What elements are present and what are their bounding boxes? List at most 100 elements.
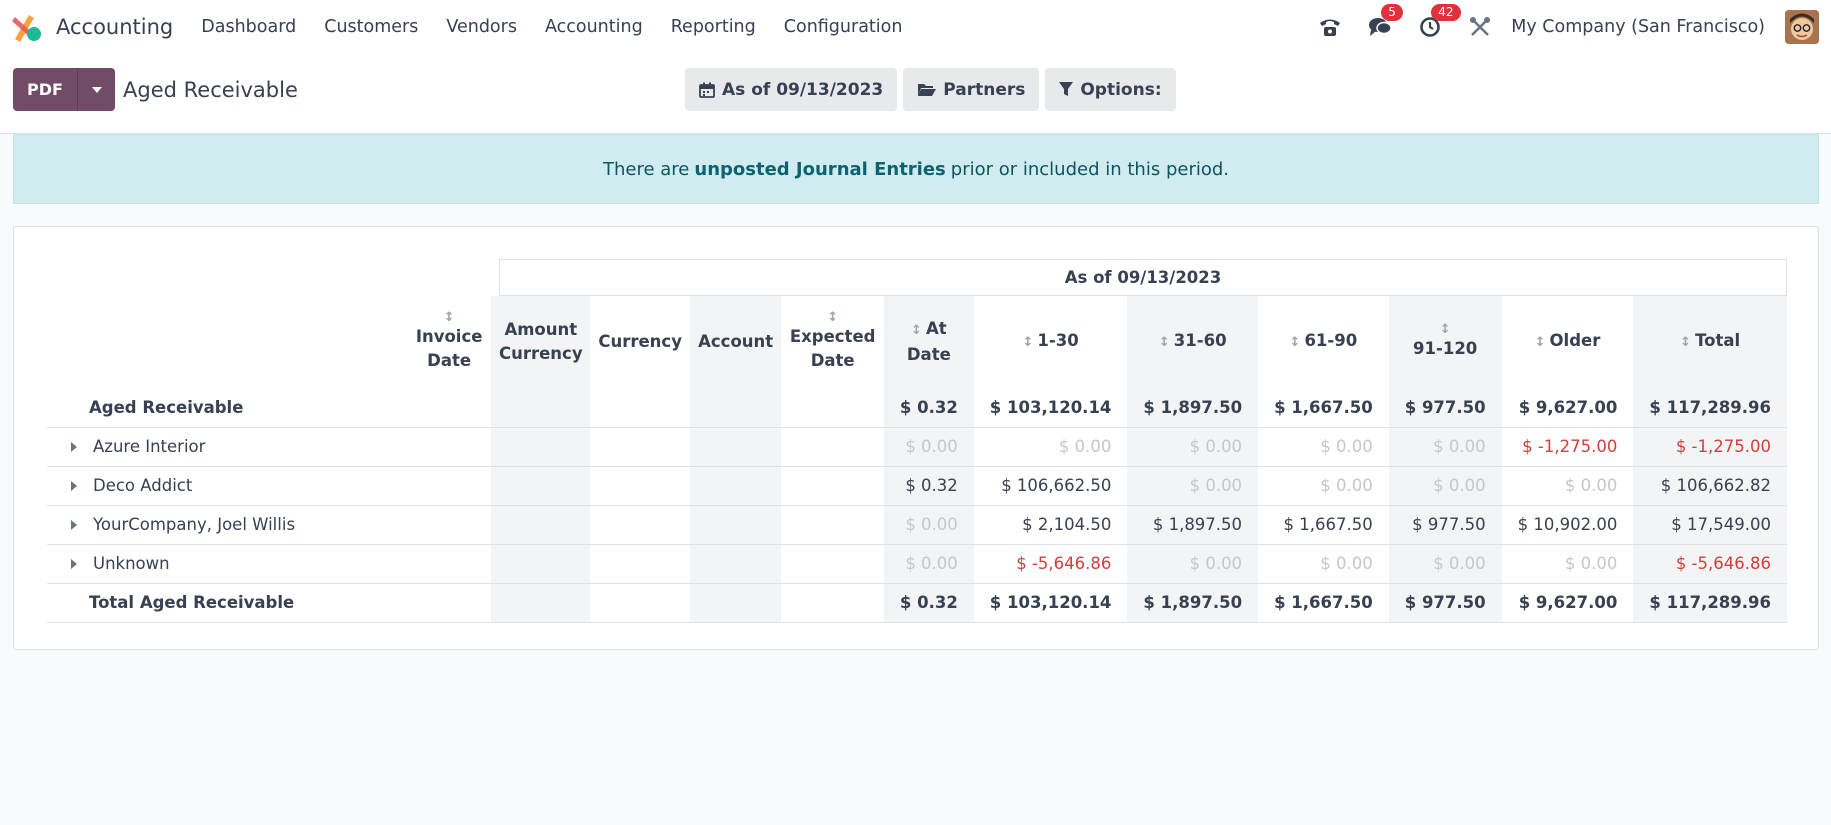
partner-name[interactable]: Deco Addict <box>47 465 408 505</box>
sort-icon: ↕ <box>1439 322 1451 337</box>
partner-name[interactable]: YourCompany, Joel Willis <box>47 504 408 544</box>
control-panel: PDF Aged Receivable As of 09/13/2023 Par… <box>0 54 1831 134</box>
amount-cell: $ 0.00 <box>883 426 974 466</box>
amount-cell: $ -5,646.86 <box>1633 543 1787 583</box>
amount-cell: $ 103,120.14 <box>989 397 1112 417</box>
accounting-app-icon[interactable] <box>12 12 42 42</box>
total-row: Total Aged Receivable $ 0.32 $ 103,120.14 $… <box>47 582 1787 623</box>
amount-cell: $ -1,275.00 <box>1501 426 1634 466</box>
amount-cell: $ 0.32 <box>883 465 974 505</box>
total-label: Total Aged Receivable <box>47 582 408 623</box>
menu-dashboard[interactable]: Dashboard <box>201 17 296 37</box>
empty-cell <box>407 465 492 505</box>
partner-row[interactable]: YourCompany, Joel Willis $ 0.00 $ 2,104.50… <box>47 504 1787 544</box>
sort-icon: ↕ <box>1534 335 1546 350</box>
partner-name[interactable]: Unknown <box>47 543 408 583</box>
group-row: Aged Receivable $ 0.32 $ 103,120.14 $ 1,897… <box>47 388 1787 427</box>
col-currency: Currency <box>590 296 689 388</box>
menu-customers[interactable]: Customers <box>324 17 418 37</box>
col-label: 1-30 <box>1037 331 1079 350</box>
col-expected-date[interactable]: ↕ Expected Date <box>781 296 883 388</box>
group-header-label: Aged Receivable <box>89 397 244 417</box>
tools-icon[interactable] <box>1467 14 1493 40</box>
caret-right-icon[interactable] <box>71 480 77 491</box>
empty-cell <box>491 582 591 623</box>
col-1-30[interactable]: ↕ 1-30 <box>974 296 1128 388</box>
alert-suffix: prior or included in this period. <box>950 158 1229 180</box>
col-label: 61-90 <box>1304 331 1358 350</box>
amount-cell: $ 0.00 <box>1501 543 1634 583</box>
empty-cell <box>590 388 689 427</box>
export-dropdown-toggle[interactable] <box>77 68 115 111</box>
partner-row[interactable]: Deco Addict $ 0.32 $ 106,662.50 $ 0.00 $ 0.0… <box>47 465 1787 505</box>
amount-cell: $ 1,897.50 <box>1127 388 1259 427</box>
amount-cell: $ 2,104.50 <box>973 504 1128 544</box>
empty-cell <box>689 388 782 427</box>
caret-right-icon[interactable] <box>71 441 77 452</box>
amount-cell: $ 0.00 <box>1127 543 1259 583</box>
col-label: Older <box>1549 331 1601 350</box>
col-label: 31-60 <box>1173 331 1227 350</box>
partner-name-label: Unknown <box>93 554 170 573</box>
aged-receivable-table: ↕ Invoice Date Amount Currency Currency A… <box>47 296 1787 623</box>
empty-cell <box>491 504 591 544</box>
caret-right-icon[interactable] <box>71 519 77 530</box>
caret-right-icon[interactable] <box>71 558 77 569</box>
amount-cell: $ 0.00 <box>1388 426 1502 466</box>
col-91-120[interactable]: ↕ 91-120 <box>1388 296 1502 388</box>
app-name[interactable]: Accounting <box>56 15 173 39</box>
activity-clock-icon[interactable]: 42 <box>1417 4 1461 40</box>
col-61-90[interactable]: ↕ 61-90 <box>1258 296 1389 388</box>
col-31-60[interactable]: ↕ 31-60 <box>1127 296 1259 388</box>
group-header: Aged Receivable <box>47 388 407 427</box>
amount-cell: $ 0.32 <box>883 582 974 623</box>
menu-vendors[interactable]: Vendors <box>446 17 517 37</box>
empty-cell <box>689 504 782 544</box>
menu-reporting[interactable]: Reporting <box>671 17 756 37</box>
user-avatar[interactable] <box>1785 10 1819 44</box>
phone-icon[interactable] <box>1317 14 1343 40</box>
systray: 5 42 My Company (San Francisco) <box>1293 4 1819 44</box>
messages-icon[interactable]: 5 <box>1367 4 1403 40</box>
label-column-header <box>47 296 407 388</box>
empty-cell <box>407 388 491 427</box>
date-filter-button[interactable]: As of 09/13/2023 <box>685 68 898 111</box>
pdf-button[interactable]: PDF <box>13 68 77 111</box>
amount-cell: $ 106,662.82 <box>1633 465 1787 505</box>
empty-cell <box>407 504 492 544</box>
empty-cell <box>781 543 884 583</box>
amount-cell: $ 1,667.50 <box>1274 397 1373 417</box>
amount-cell: $ 0.00 <box>1258 465 1389 505</box>
amount-cell: $ 977.50 <box>1388 504 1502 544</box>
empty-cell <box>781 426 884 466</box>
col-at-date[interactable]: ↕ At Date <box>883 296 974 388</box>
empty-cell <box>781 582 884 623</box>
date-filter-label: As of 09/13/2023 <box>722 79 884 100</box>
messages-count-badge: 5 <box>1381 4 1403 21</box>
col-older[interactable]: ↕ Older <box>1502 296 1634 388</box>
col-label: Account <box>698 332 774 351</box>
page-title: Aged Receivable <box>123 78 298 102</box>
amount-cell: $ 0.00 <box>1388 465 1502 505</box>
company-switcher[interactable]: My Company (San Francisco) <box>1511 17 1765 37</box>
empty-cell <box>590 426 690 466</box>
partners-filter-button[interactable]: Partners <box>903 68 1040 111</box>
col-total[interactable]: ↕ Total <box>1633 296 1787 388</box>
menu-configuration[interactable]: Configuration <box>784 17 903 37</box>
menu-accounting[interactable]: Accounting <box>545 17 643 37</box>
calendar-icon <box>699 82 715 98</box>
amount-cell: $ 0.00 <box>883 504 974 544</box>
partner-row[interactable]: Azure Interior $ 0.00 $ 0.00 $ 0.00 $ 0.00 $ … <box>47 426 1787 466</box>
amount-cell: $ 0.00 <box>1258 543 1389 583</box>
col-invoice-date[interactable]: ↕ Invoice Date <box>407 296 491 388</box>
top-navbar: Accounting Dashboard Customers Vendors A… <box>0 0 1831 54</box>
amount-cell: $ 0.00 <box>883 543 974 583</box>
unposted-entries-link[interactable]: unposted Journal Entries <box>694 159 945 180</box>
col-label: Currency <box>598 332 682 351</box>
partner-name[interactable]: Azure Interior <box>47 426 408 466</box>
partner-name-label: Deco Addict <box>93 476 193 495</box>
empty-cell <box>781 465 884 505</box>
partner-row[interactable]: Unknown $ 0.00 $ -5,646.86 $ 0.00 $ 0.00 $ 0.… <box>47 543 1787 583</box>
caret-down-icon <box>91 86 102 93</box>
options-filter-button[interactable]: Options: <box>1045 68 1176 111</box>
